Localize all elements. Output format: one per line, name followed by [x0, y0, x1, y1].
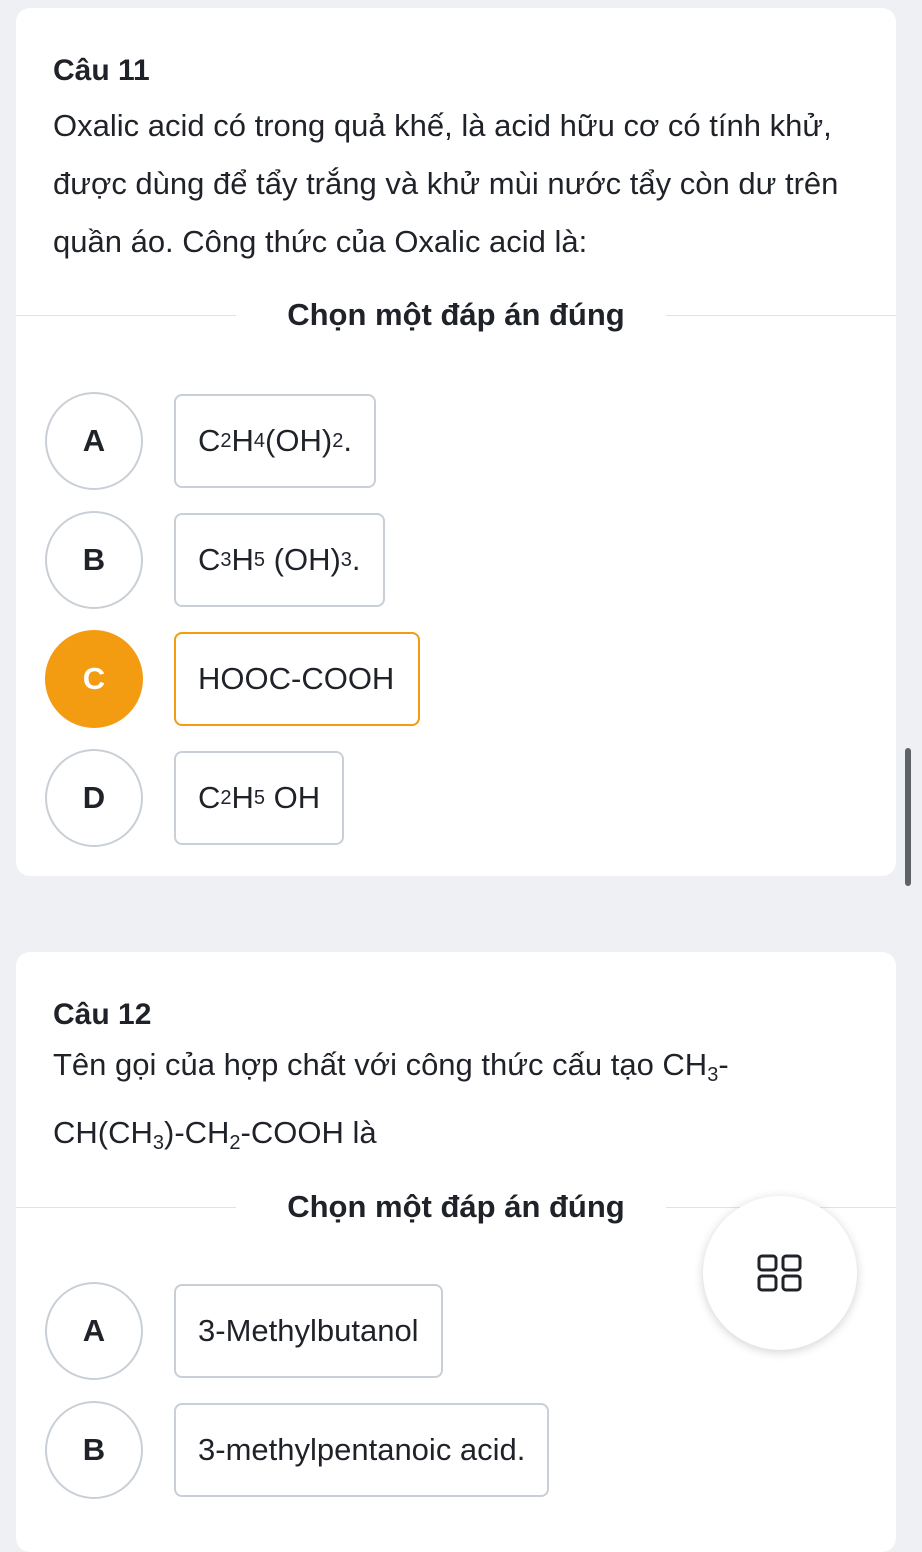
- question-title: Câu 12: [53, 998, 152, 1031]
- option-answer[interactable]: C3H5 (OH) 3.: [174, 513, 385, 607]
- option-answer-selected[interactable]: HOOC-COOH: [174, 632, 421, 726]
- option-letter[interactable]: A: [45, 1282, 143, 1380]
- text-part: -: [718, 1047, 729, 1082]
- formula-subscript: 2: [220, 429, 232, 452]
- option-d[interactable]: D C2H5 OH: [16, 749, 896, 847]
- text-subscript: 3: [152, 1132, 164, 1154]
- formula-subscript: 5: [253, 786, 266, 809]
- option-letter-selected[interactable]: C: [45, 630, 143, 728]
- formula-subscript: 2: [332, 429, 344, 452]
- option-b[interactable]: B 3-methylpentanoic acid.: [16, 1401, 896, 1499]
- formula-subscript: 4: [253, 429, 266, 452]
- formula-part: OH: [265, 780, 321, 815]
- option-letter[interactable]: D: [45, 749, 143, 847]
- text-subscript: 2: [229, 1132, 241, 1154]
- formula-subscript: 3: [220, 548, 232, 571]
- formula-subscript: 3: [340, 548, 352, 571]
- text-part: CH(CH: [53, 1115, 153, 1150]
- option-answer[interactable]: C 2 H 4 (OH) 2.: [174, 394, 376, 488]
- option-letter[interactable]: B: [45, 511, 143, 609]
- text-part: )-CH: [164, 1115, 230, 1150]
- option-answer[interactable]: 3-Methylbutanol: [174, 1284, 443, 1378]
- formula-part: .: [351, 542, 361, 577]
- option-b[interactable]: B C3H5 (OH) 3.: [16, 511, 896, 609]
- question-card-11: Câu 11 Oxalic acid có trong quả khế, là …: [16, 8, 896, 876]
- option-a[interactable]: A C 2 H 4 (OH) 2.: [16, 392, 896, 490]
- formula-part: H: [231, 780, 254, 815]
- grid-icon: [757, 1254, 802, 1292]
- question-text: Oxalic acid có trong quả khế, là acid hữ…: [53, 108, 839, 259]
- option-letter[interactable]: A: [45, 392, 143, 490]
- question-grid-button[interactable]: [703, 1196, 857, 1350]
- scrollbar-thumb[interactable]: [905, 748, 911, 886]
- option-answer[interactable]: C2H5 OH: [174, 751, 345, 845]
- formula-part: H: [231, 542, 254, 577]
- formula-part: C: [198, 780, 221, 815]
- question-title: Câu 11: [53, 54, 150, 87]
- question-text: Tên gọi của hợp chất với công thức cấu t…: [53, 1036, 868, 1172]
- formula-part: C: [198, 423, 221, 458]
- option-c[interactable]: C HOOC-COOH: [16, 630, 896, 728]
- formula-part: .: [343, 423, 352, 458]
- formula-subscript: 2: [220, 786, 232, 809]
- formula-subscript: 5: [253, 548, 266, 571]
- formula-part: C: [198, 542, 221, 577]
- option-answer[interactable]: 3-methylpentanoic acid.: [174, 1403, 550, 1497]
- formula-part: H: [231, 423, 254, 458]
- divider-line: [666, 315, 896, 316]
- formula-part: (OH): [265, 542, 341, 577]
- text-subscript: 3: [707, 1064, 719, 1086]
- text-part: Tên gọi của hợp chất với công thức cấu t…: [53, 1047, 708, 1082]
- option-letter[interactable]: B: [45, 1401, 143, 1499]
- formula-part: (OH): [265, 423, 333, 458]
- instruction-divider: Chọn một đáp án đúng: [16, 298, 896, 332]
- text-part: -COOH là: [240, 1115, 377, 1150]
